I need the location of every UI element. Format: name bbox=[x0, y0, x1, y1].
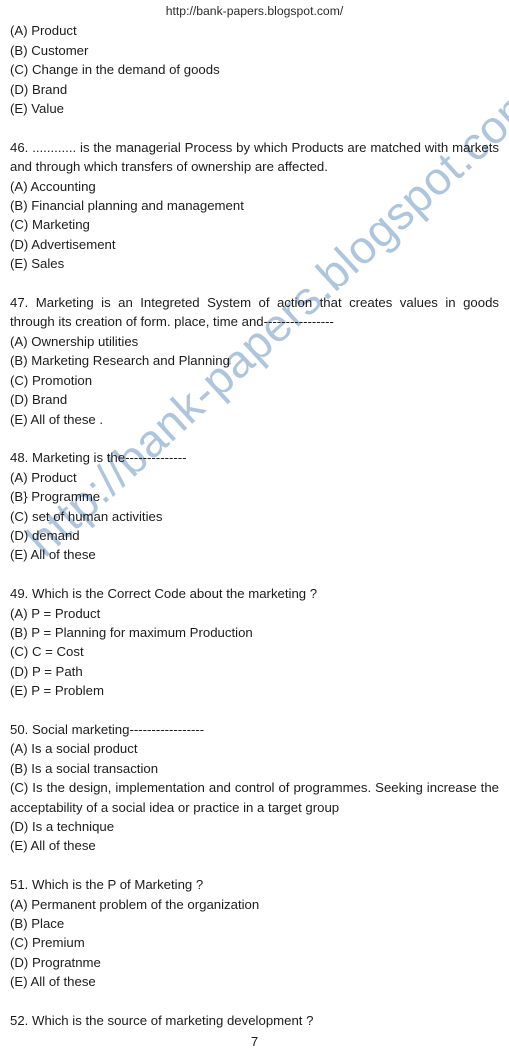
answer-option: (C) Is the design, implementation and co… bbox=[10, 780, 503, 815]
question-block: 47. Marketing is an Integreted System of… bbox=[10, 293, 499, 429]
answer-option: (E) All of these bbox=[10, 974, 96, 990]
answer-option: (B} Programme bbox=[10, 489, 101, 505]
question-list: (A) Product (B) Customer (C) Change in the… bbox=[10, 21, 499, 1030]
answer-option: (A) Accounting bbox=[10, 178, 96, 194]
answer-option: (E) All of these . bbox=[10, 411, 104, 427]
answer-option: (C) Promotion bbox=[10, 372, 93, 388]
question-stem: 48. Marketing is the-------------- bbox=[10, 450, 187, 466]
answer-option: (D) P = Path bbox=[10, 663, 83, 679]
answer-option: (B) Financial planning and management bbox=[10, 198, 244, 214]
answer-option: (B) Is a social transaction bbox=[10, 760, 159, 776]
answer-option: (E) All of these bbox=[10, 547, 96, 563]
answer-option: (C) Marketing bbox=[10, 217, 90, 233]
answer-option: (E) Sales bbox=[10, 256, 65, 272]
page-header-url: http://bank-papers.blogspot.com/ bbox=[165, 4, 344, 18]
document-page: http://bank-papers.blogspot.com/ http://… bbox=[0, 0, 509, 1056]
answer-option: (A) P = Product bbox=[10, 605, 101, 621]
answer-option: (E) Value bbox=[10, 101, 64, 117]
answer-option: (C) set of human activities bbox=[10, 508, 163, 524]
question-block: 51. Which is the P of Marketing ? (A) Per… bbox=[10, 875, 499, 991]
answer-option: (C) Premium bbox=[10, 935, 85, 951]
page-number: 7 bbox=[250, 1033, 259, 1049]
answer-option: (E) P = Problem bbox=[10, 683, 104, 699]
question-stem: 51. Which is the P of Marketing ? bbox=[10, 877, 204, 893]
answer-option: (C) C = Cost bbox=[10, 644, 84, 660]
answer-option: (C) Change in the demand of goods bbox=[10, 62, 220, 78]
answer-option: (B) Customer bbox=[10, 42, 89, 58]
answer-option: (D) demand bbox=[10, 527, 80, 543]
question-block: (A) Product (B) Customer (C) Change in the… bbox=[10, 21, 499, 118]
answer-option: (D) Brand bbox=[10, 81, 68, 97]
page-content: http://bank-papers.blogspot.com/ (A) Pro… bbox=[0, 0, 509, 1030]
question-stem: 49. Which is the Correct Code about the … bbox=[10, 586, 318, 602]
answer-option: (B) Place bbox=[10, 916, 65, 931]
answer-option: (D) Is a technique bbox=[10, 818, 115, 834]
question-block: 50. Social marketing----------------- (A)… bbox=[10, 720, 499, 856]
answer-option: (A) Ownership utilities bbox=[10, 333, 139, 349]
answer-option: (A) Is a social product bbox=[10, 741, 138, 757]
answer-option: (A) Permanent problem of the organizatio… bbox=[10, 896, 260, 912]
question-stem: 46. ............ is the managerial Proce… bbox=[10, 139, 503, 175]
question-stem: 47. Marketing is an Integreted System of… bbox=[10, 295, 503, 330]
answer-option: (B) Marketing Research and Planning bbox=[10, 353, 230, 369]
answer-option: (A) Product bbox=[10, 23, 77, 39]
question-block: 52. Which is the source of marketing dev… bbox=[10, 1011, 499, 1030]
answer-option: (B) P = Planning for maximum Production bbox=[10, 624, 253, 640]
answer-option: (A) Product bbox=[10, 469, 77, 485]
answer-option: (D) Advertisement bbox=[10, 236, 116, 252]
answer-option: (D) Progratnme bbox=[10, 954, 101, 970]
answer-option: (E) All of these bbox=[10, 838, 96, 854]
question-block: 46. ............ is the managerial Proce… bbox=[10, 138, 499, 274]
answer-option: (D) Brand bbox=[10, 392, 68, 408]
question-stem: 52. Which is the source of marketing dev… bbox=[10, 1013, 314, 1029]
question-block: 48. Marketing is the-------------- (A) Pr… bbox=[10, 448, 499, 564]
question-block: 49. Which is the Correct Code about the … bbox=[10, 584, 499, 700]
question-stem: 50. Social marketing----------------- bbox=[10, 721, 205, 737]
